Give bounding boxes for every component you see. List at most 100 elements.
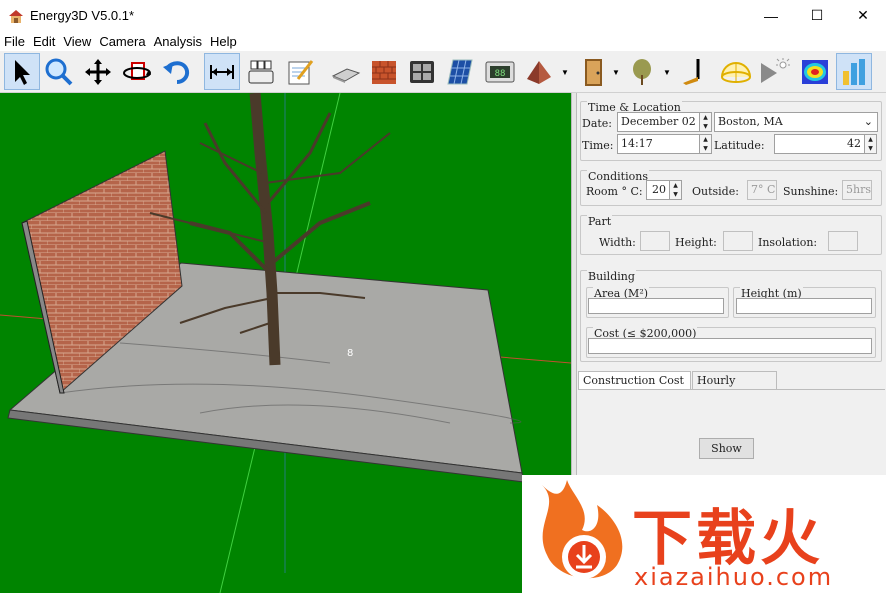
add-foundation-button[interactable] — [328, 53, 364, 90]
close-button[interactable]: ✕ — [840, 0, 886, 31]
room-temp-label: Room ° C: — [586, 185, 643, 198]
tab-content — [578, 389, 885, 479]
notepad-pencil-icon — [288, 59, 314, 84]
play-sun-icon — [761, 57, 790, 83]
door-dropdown-icon[interactable]: ▼ — [612, 68, 620, 77]
add-door-button[interactable] — [575, 53, 611, 90]
tree-dropdown-icon[interactable]: ▼ — [663, 68, 671, 77]
add-solar-panel-button[interactable] — [442, 53, 478, 90]
insolation-label: Insolation: — [758, 236, 818, 249]
shadow-icon — [683, 58, 700, 85]
window-title: Energy3D V5.0.1* — [30, 8, 135, 23]
keyboard-icon — [248, 60, 274, 83]
note-button[interactable] — [282, 53, 318, 90]
tab-construction-cost[interactable]: Construction Cost — [578, 371, 691, 390]
foundation-slab-icon — [331, 67, 361, 83]
watermark: 下载火 xiazaihuo.com — [522, 475, 886, 593]
add-tree-button[interactable] — [624, 53, 660, 90]
3d-scene: 8 — [0, 93, 571, 593]
latitude-field[interactable]: 42 — [774, 134, 865, 154]
add-roof-button[interactable] — [521, 53, 557, 90]
svg-text:88: 88 — [495, 69, 506, 79]
sunshine-label: Sunshine: — [783, 185, 839, 198]
menu-file[interactable]: File — [0, 34, 29, 49]
pan-tool-button[interactable] — [80, 53, 116, 90]
chevron-down-icon: ⌄ — [863, 115, 873, 128]
cost-field[interactable] — [588, 338, 872, 354]
maximize-button[interactable]: ☐ — [794, 0, 840, 31]
sunshine-field: 5hrs — [842, 180, 872, 200]
city-select[interactable]: Boston, MA ⌄ — [714, 112, 878, 132]
energy-analysis-button[interactable] — [836, 53, 872, 90]
door-icon — [585, 58, 602, 86]
building-title: Building — [587, 270, 636, 283]
part-title: Part — [587, 215, 613, 228]
date-field[interactable]: December 02 — [617, 112, 700, 132]
ruler-measure-icon — [210, 64, 234, 79]
rotate-view-button[interactable] — [119, 53, 155, 90]
annotation-button[interactable] — [243, 53, 279, 90]
outside-temp-field: 7° C — [747, 180, 777, 200]
outside-temp-label: Outside: — [692, 185, 739, 198]
cursor-arrow-icon — [15, 59, 30, 85]
show-button[interactable]: Show — [699, 438, 754, 459]
undo-arrow-icon — [163, 60, 190, 84]
sun-path-dome-icon — [721, 61, 751, 83]
rotate-cube-icon — [123, 61, 151, 80]
move-arrows-icon — [85, 58, 111, 85]
room-temp-field[interactable]: 20 — [646, 180, 670, 200]
heliodon-button[interactable] — [718, 53, 754, 90]
tree-icon — [633, 58, 651, 85]
flame-logo-icon — [542, 480, 623, 579]
add-window-button[interactable] — [404, 53, 440, 90]
room-temp-spinner[interactable]: ▲ ▼ — [669, 180, 682, 200]
add-wall-button[interactable] — [366, 53, 402, 90]
insolation-field — [828, 231, 858, 251]
select-tool-button[interactable] — [4, 53, 40, 90]
part-height-label: Height: — [675, 236, 717, 249]
heat-map-icon — [802, 59, 828, 84]
part-width-label: Width: — [599, 236, 636, 249]
menu-camera[interactable]: Camera — [95, 34, 149, 49]
watermark-url: xiazaihuo.com — [634, 563, 834, 591]
time-spinner[interactable]: ▲ ▼ — [699, 134, 712, 154]
title-bar: Energy3D V5.0.1* — ☐ ✕ — [0, 0, 886, 31]
zoom-tool-button[interactable] — [41, 53, 77, 90]
measure-tool-button[interactable] — [204, 53, 240, 90]
part-width-field — [640, 231, 670, 251]
pyramid-roof-icon — [527, 60, 551, 84]
energy3d-app-icon — [8, 8, 24, 24]
menu-view[interactable]: View — [59, 34, 95, 49]
tab-hourly-energy[interactable]: Hourly Energy — [692, 371, 777, 400]
toolbar: 88 ▼ ▼ ▼ — [0, 51, 886, 93]
window-frame-icon — [410, 60, 434, 83]
latitude-spinner[interactable]: ▲ ▼ — [864, 134, 877, 154]
date-label: Date: — [582, 117, 613, 130]
menu-bar: File Edit View Camera Analysis Help — [0, 31, 886, 51]
conditions-title: Conditions — [587, 170, 649, 183]
roof-dropdown-icon[interactable]: ▼ — [561, 68, 569, 77]
undo-button[interactable] — [158, 53, 194, 90]
latitude-label: Latitude: — [714, 139, 765, 152]
area-field[interactable] — [588, 298, 724, 314]
building-height-field[interactable] — [736, 298, 872, 314]
animate-sun-button[interactable] — [756, 53, 792, 90]
brick-wall-icon — [372, 60, 396, 84]
solar-panel-icon — [447, 59, 473, 84]
sensor-display-icon: 88 — [485, 61, 515, 82]
menu-analysis[interactable]: Analysis — [150, 34, 206, 49]
time-field[interactable]: 14:17 — [617, 134, 700, 154]
time-label: Time: — [582, 139, 614, 152]
3d-viewport[interactable]: 8 — [0, 93, 571, 593]
minimize-button[interactable]: — — [748, 0, 794, 31]
magnifier-icon — [45, 58, 73, 85]
bar-chart-icon — [843, 58, 865, 85]
add-sensor-button[interactable]: 88 — [482, 53, 518, 90]
menu-help[interactable]: Help — [206, 34, 241, 49]
menu-edit[interactable]: Edit — [29, 34, 59, 49]
heat-map-button[interactable] — [797, 53, 833, 90]
date-spinner[interactable]: ▲ ▼ — [699, 112, 712, 132]
shadow-button[interactable] — [677, 53, 713, 90]
part-height-field — [723, 231, 753, 251]
city-select-value: Boston, MA — [718, 115, 783, 128]
